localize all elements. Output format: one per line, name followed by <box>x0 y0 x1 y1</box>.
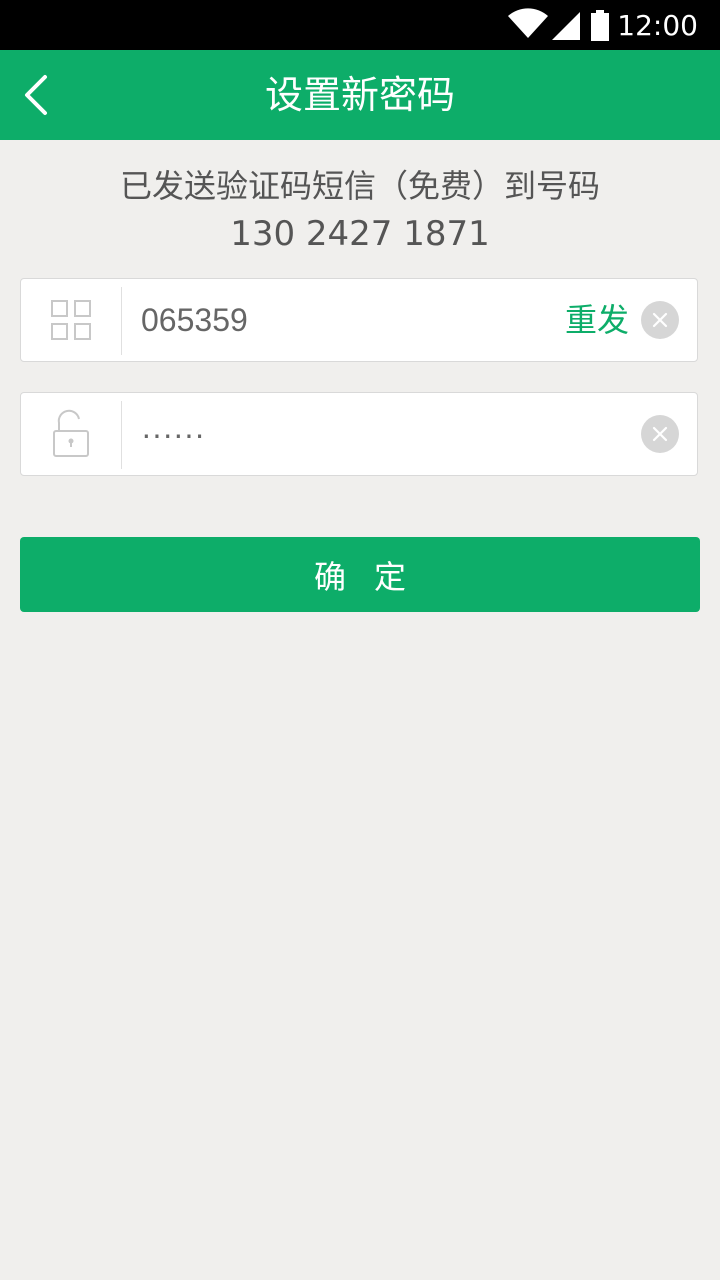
status-bar: 12:00 <box>0 0 720 50</box>
status-time: 12:00 <box>617 9 698 42</box>
close-icon <box>652 426 668 442</box>
new-password-input[interactable] <box>141 393 541 475</box>
resend-button[interactable]: 重发 <box>565 279 629 361</box>
field-icon-wrap <box>21 279 121 361</box>
grid-icon <box>51 300 91 340</box>
sms-info: 已发送验证码短信（免费）到号码 130 2427 1871 <box>0 165 720 257</box>
clear-password-button[interactable] <box>641 415 679 453</box>
app-bar: 设置新密码 <box>0 50 720 140</box>
field-divider <box>121 287 122 355</box>
unlock-icon <box>53 409 89 457</box>
page-title: 设置新密码 <box>264 73 455 117</box>
close-icon <box>652 312 668 328</box>
wifi-icon <box>508 8 548 39</box>
phone-number: 130 2427 1871 <box>230 214 490 254</box>
clear-code-button[interactable] <box>641 301 679 339</box>
signal-icon <box>552 12 580 40</box>
confirm-button[interactable]: 确定 <box>20 537 700 612</box>
verification-code-input[interactable] <box>141 279 541 361</box>
back-button[interactable] <box>10 68 62 122</box>
sms-sent-message: 已发送验证码短信（免费）到号码 <box>119 167 600 205</box>
chevron-left-icon <box>25 75 47 115</box>
battery-icon <box>591 10 609 41</box>
field-icon-wrap <box>21 393 121 475</box>
field-divider <box>121 401 122 469</box>
password-field <box>20 392 698 476</box>
verification-code-field: 重发 <box>20 278 698 362</box>
status-icons <box>508 8 609 41</box>
